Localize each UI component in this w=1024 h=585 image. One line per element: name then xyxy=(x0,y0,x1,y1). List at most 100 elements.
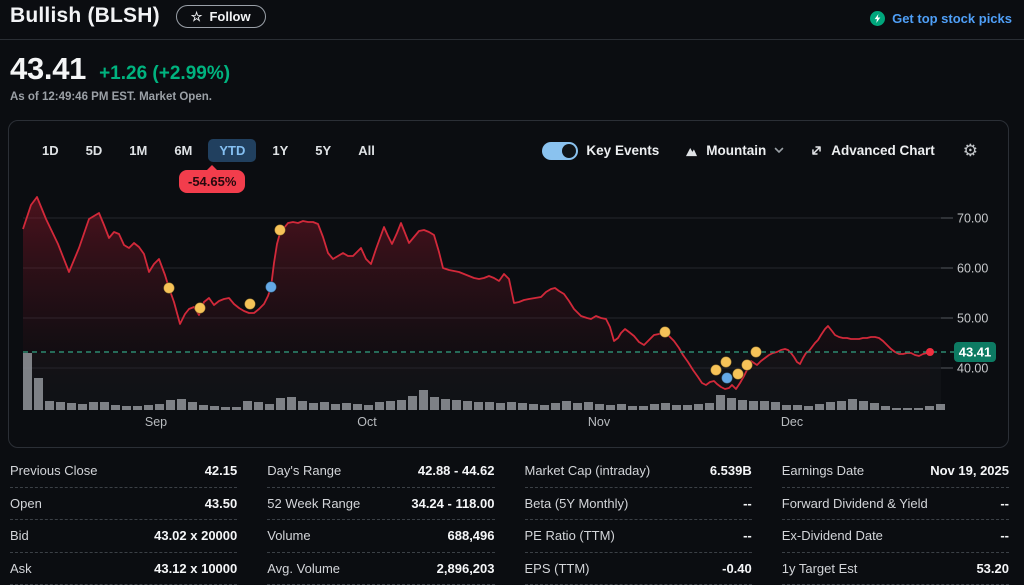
volume-bar xyxy=(177,399,186,410)
chevron-down-icon xyxy=(774,147,784,154)
stat-label: PE Ratio (TTM) xyxy=(525,528,615,543)
volume-bar xyxy=(782,405,791,410)
volume-bar xyxy=(353,404,362,410)
volume-bar xyxy=(452,400,461,410)
volume-bar xyxy=(243,401,252,410)
star-icon: ☆ xyxy=(191,10,203,23)
volume-bar xyxy=(463,401,472,410)
volume-bar xyxy=(199,405,208,410)
stat-value: 43.02 x 20000 xyxy=(154,528,237,543)
volume-bar xyxy=(331,404,340,410)
toggle-knob xyxy=(562,144,576,158)
volume-bar xyxy=(804,406,813,410)
promo-label: Get top stock picks xyxy=(892,11,1012,26)
stat-row: Volume688,496 xyxy=(267,520,494,553)
range-button-6m[interactable]: 6M xyxy=(163,139,203,162)
price-chart[interactable]: 70.0060.0050.0040.00SepOctNovDec43.41 xyxy=(9,121,1006,445)
volume-bar xyxy=(89,402,98,410)
page-title: Bullish (BLSH) xyxy=(10,4,160,28)
stat-label: Beta (5Y Monthly) xyxy=(525,496,629,511)
key-event-marker-yellow[interactable] xyxy=(660,327,671,338)
gear-icon[interactable]: ⚙ xyxy=(963,142,978,159)
quote-summary: 43.41 +1.26 (+2.99%) xyxy=(10,51,230,87)
volume-bar xyxy=(837,401,846,410)
chart-tools: Key Events Mountain Advanced Chart ⚙ xyxy=(542,142,978,160)
key-event-marker-yellow[interactable] xyxy=(275,225,286,236)
key-event-marker-yellow[interactable] xyxy=(245,299,256,310)
volume-bar xyxy=(232,407,241,410)
y-axis-label: 50.00 xyxy=(957,312,988,326)
range-button-5y[interactable]: 5Y xyxy=(304,139,342,162)
volume-bar xyxy=(573,403,582,410)
volume-bar xyxy=(342,403,351,410)
stat-label: 1y Target Est xyxy=(782,561,858,576)
volume-bar xyxy=(23,353,32,410)
chart-type-label: Mountain xyxy=(706,143,766,158)
key-event-marker-blue[interactable] xyxy=(722,373,733,384)
follow-label: Follow xyxy=(209,9,250,24)
stat-label: Market Cap (intraday) xyxy=(525,463,651,478)
x-axis-label: Nov xyxy=(588,415,611,429)
current-price-badge-label: 43.41 xyxy=(959,345,992,360)
stat-value: -- xyxy=(1000,496,1009,511)
range-button-1y[interactable]: 1Y xyxy=(261,139,299,162)
volume-bar xyxy=(650,404,659,410)
key-event-marker-yellow[interactable] xyxy=(721,357,732,368)
stat-row: 52 Week Range34.24 - 118.00 xyxy=(267,488,494,521)
range-button-1m[interactable]: 1M xyxy=(118,139,158,162)
volume-bar xyxy=(265,404,274,410)
volume-bar xyxy=(529,404,538,410)
asof-text: As of 12:49:46 PM EST. Market Open. xyxy=(10,91,212,103)
volume-bar xyxy=(815,404,824,410)
range-button-1d[interactable]: 1D xyxy=(31,139,70,162)
key-event-marker-yellow[interactable] xyxy=(751,347,762,358)
key-event-marker-yellow[interactable] xyxy=(742,360,753,371)
volume-bar xyxy=(892,408,901,410)
y-axis-label: 60.00 xyxy=(957,262,988,276)
volume-bar xyxy=(584,402,593,410)
key-event-marker-yellow[interactable] xyxy=(711,365,722,376)
volume-bar xyxy=(848,399,857,410)
stat-value: 42.15 xyxy=(205,463,238,478)
mountain-icon xyxy=(685,145,698,157)
follow-button[interactable]: ☆ Follow xyxy=(176,5,266,28)
volume-bar xyxy=(540,405,549,410)
volume-bar xyxy=(562,401,571,410)
promo-link[interactable]: Get top stock picks xyxy=(870,11,1012,26)
volume-bar xyxy=(441,399,450,410)
volume-bar xyxy=(67,403,76,410)
volume-bar xyxy=(408,396,417,410)
key-event-marker-blue[interactable] xyxy=(266,282,277,293)
stat-label: Ex-Dividend Date xyxy=(782,528,883,543)
volume-bar xyxy=(386,401,395,410)
stat-label: EPS (TTM) xyxy=(525,561,590,576)
chart-card: 70.0060.0050.0040.00SepOctNovDec43.41 1D… xyxy=(8,120,1009,448)
stat-value: 6.539B xyxy=(710,463,752,478)
volume-bar xyxy=(320,402,329,410)
last-price-dot xyxy=(926,348,934,356)
volume-bar xyxy=(903,408,912,410)
key-events-label: Key Events xyxy=(586,143,659,158)
volume-bar xyxy=(166,400,175,410)
stats-column-4: Earnings DateNov 19, 2025Forward Dividen… xyxy=(782,455,1009,585)
volume-bar xyxy=(287,397,296,410)
stat-value: 2,896,203 xyxy=(437,561,495,576)
volume-bar xyxy=(430,397,439,410)
range-change-badge: -54.65% xyxy=(179,170,245,193)
volume-bar xyxy=(144,405,153,410)
key-event-marker-yellow[interactable] xyxy=(195,303,206,314)
key-events-toggle[interactable] xyxy=(542,142,578,160)
chart-type-dropdown[interactable]: Mountain xyxy=(685,143,784,158)
volume-bar xyxy=(738,400,747,410)
key-event-marker-yellow[interactable] xyxy=(733,369,744,380)
advanced-chart-link[interactable]: Advanced Chart xyxy=(810,143,935,158)
volume-bar xyxy=(727,398,736,410)
range-button-all[interactable]: All xyxy=(347,139,386,162)
key-events-toggle-group: Key Events xyxy=(542,142,659,160)
range-button-ytd[interactable]: YTD xyxy=(208,139,256,162)
stat-row: Ex-Dividend Date-- xyxy=(782,520,1009,553)
range-button-5d[interactable]: 5D xyxy=(75,139,114,162)
expand-icon xyxy=(810,144,823,157)
key-event-marker-yellow[interactable] xyxy=(164,283,175,294)
price-change: +1.26 (+2.99%) xyxy=(99,63,230,85)
